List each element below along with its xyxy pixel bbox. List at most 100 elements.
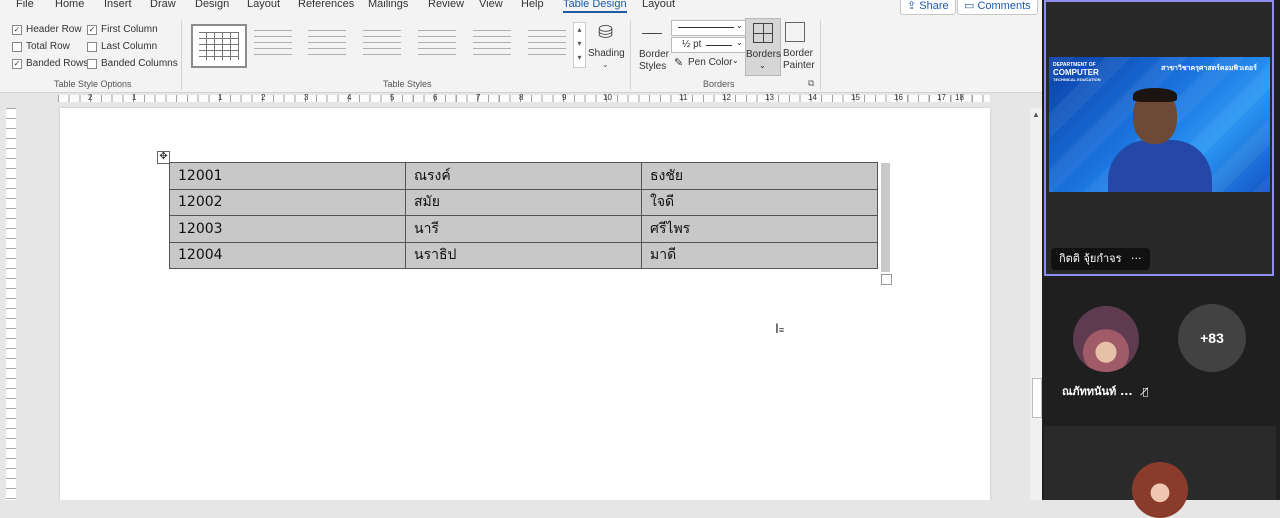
ruler-number: 7 bbox=[476, 93, 481, 102]
group-separator bbox=[181, 20, 182, 90]
tab-file[interactable]: File bbox=[16, 0, 34, 10]
group-separator bbox=[630, 20, 631, 90]
total-row-checkbox[interactable]: Total Row bbox=[12, 41, 70, 52]
line-weight-dropdown[interactable]: ½ pt ⌄ bbox=[671, 37, 747, 53]
table-style-thumb[interactable] bbox=[248, 24, 298, 64]
ribbon: ✓ Header Row ✓ First Column Total Row Last… bbox=[0, 16, 1042, 93]
tab-table-layout[interactable]: Layout bbox=[642, 0, 675, 10]
vertical-scrollbar[interactable]: ▲ bbox=[1030, 108, 1042, 500]
tab-design[interactable]: Design bbox=[195, 0, 229, 10]
table-cell[interactable]: ณรงค์ bbox=[405, 162, 642, 190]
last-column-checkbox[interactable]: Last Column bbox=[87, 41, 157, 52]
check-icon: ✓ bbox=[87, 24, 97, 35]
pen-color-label: Pen Color bbox=[688, 57, 733, 68]
borders-label: Borders bbox=[746, 49, 782, 60]
table-style-thumb[interactable] bbox=[467, 24, 517, 64]
table-cell[interactable]: 12004 bbox=[169, 241, 406, 269]
banded-rows-checkbox[interactable]: ✓ Banded Rows bbox=[12, 58, 88, 69]
table-cell[interactable]: ศรีไพร bbox=[641, 215, 878, 243]
tab-table-design[interactable]: Table Design bbox=[563, 0, 627, 13]
table-style-thumb[interactable] bbox=[412, 24, 462, 64]
table-cell[interactable]: นารี bbox=[405, 215, 642, 243]
document-table[interactable]: 12001 ณรงค์ ธงชัย 12002 สมัย ใจดี 12003 … bbox=[169, 162, 878, 269]
more-participants-button[interactable]: +83 bbox=[1178, 304, 1246, 372]
table-cell[interactable]: มาดี bbox=[641, 241, 878, 269]
banded-columns-checkbox[interactable]: Banded Columns bbox=[87, 58, 178, 69]
table-style-grid-thumb[interactable] bbox=[191, 24, 247, 68]
ruler-number: 1 bbox=[132, 93, 137, 102]
table-style-thumb[interactable] bbox=[357, 24, 407, 64]
header-row-label: Header Row bbox=[26, 24, 82, 35]
mic-muted-icon: 🎙̸ bbox=[1142, 387, 1149, 398]
chevron-down-icon: ⌄ bbox=[759, 61, 766, 70]
unchecked-box-icon bbox=[87, 58, 97, 69]
ruler-number: 5 bbox=[390, 93, 395, 102]
table-style-thumb[interactable] bbox=[522, 24, 572, 64]
ruler-number: 18 bbox=[955, 93, 964, 102]
tab-mailings[interactable]: Mailings bbox=[368, 0, 408, 10]
logo-line3: TECHNICAL EDUCATION bbox=[1053, 77, 1101, 82]
unchecked-box-icon bbox=[87, 41, 97, 52]
table-cell[interactable]: สมัย bbox=[405, 188, 642, 216]
banded-rows-label: Banded Rows bbox=[26, 58, 89, 69]
line-style-dropdown[interactable]: ⌄ bbox=[671, 20, 747, 36]
ruler-number: 1 bbox=[218, 93, 223, 102]
border-painter-button[interactable]: Border Painter bbox=[781, 20, 815, 76]
horizontal-ruler[interactable]: 2 1 1 2 3 4 5 6 7 8 9 10 11 12 13 14 15 … bbox=[0, 93, 1042, 104]
tab-draw[interactable]: Draw bbox=[150, 0, 176, 10]
tab-review[interactable]: Review bbox=[428, 0, 464, 10]
scroll-up-icon[interactable]: ▲ bbox=[1032, 110, 1040, 119]
group-separator bbox=[820, 20, 821, 90]
ruler-number: 8 bbox=[519, 93, 524, 102]
table-style-thumb[interactable] bbox=[302, 24, 352, 64]
tab-insert[interactable]: Insert bbox=[104, 0, 132, 10]
chevron-down-icon: ⌄ bbox=[736, 38, 743, 47]
shading-button[interactable]: ⛁ Shading ⌄ bbox=[588, 20, 625, 76]
first-column-checkbox[interactable]: ✓ First Column bbox=[87, 24, 158, 35]
shading-label: Shading bbox=[588, 48, 625, 59]
table-end-of-row-markers bbox=[881, 163, 890, 272]
borders-button[interactable]: Borders ⌄ bbox=[745, 18, 781, 76]
ruler-number: 10 bbox=[603, 93, 612, 102]
table-row: 12002 สมัย ใจดี bbox=[169, 188, 878, 216]
ruler-number: 4 bbox=[347, 93, 352, 102]
table-cell[interactable]: 12001 bbox=[169, 162, 406, 190]
header-row-checkbox[interactable]: ✓ Header Row bbox=[12, 24, 82, 35]
border-grid-icon bbox=[753, 23, 773, 43]
table-cell[interactable]: ใจดี bbox=[641, 188, 878, 216]
table-resize-handle[interactable] bbox=[881, 274, 892, 285]
tab-view[interactable]: View bbox=[479, 0, 503, 10]
table-cell[interactable]: 12002 bbox=[169, 188, 406, 216]
comments-button[interactable]: ▭ Comments bbox=[957, 0, 1038, 15]
tab-help[interactable]: Help bbox=[521, 0, 544, 10]
line-weight-value: ½ pt bbox=[682, 39, 702, 50]
department-logo: DEPARTMENT OF COMPUTER TECHNICAL EDUCATI… bbox=[1053, 62, 1113, 84]
total-row-label: Total Row bbox=[26, 41, 70, 52]
banded-columns-label: Banded Columns bbox=[101, 58, 178, 69]
share-icon: ⇪ bbox=[907, 0, 920, 12]
tab-references[interactable]: References bbox=[298, 0, 354, 10]
more-options-icon[interactable]: ··· bbox=[1131, 252, 1142, 265]
chevron-down-icon: ⌄ bbox=[736, 21, 743, 30]
tab-layout[interactable]: Layout bbox=[247, 0, 280, 10]
table-row: 12004 นราธิป มาดี bbox=[169, 241, 878, 269]
table-cell[interactable]: นราธิป bbox=[405, 241, 642, 269]
gallery-scroll[interactable]: ▴ ▾ ▾ bbox=[573, 22, 586, 68]
chevron-up-icon: ▴ bbox=[577, 25, 582, 34]
word-window: File Home Insert Draw Design Layout Refe… bbox=[0, 0, 1042, 500]
pen-color-button[interactable]: ✎ Pen Color ⌄ bbox=[672, 56, 744, 70]
border-styles-button[interactable]: Border Styles bbox=[637, 21, 669, 75]
tab-home[interactable]: Home bbox=[55, 0, 84, 10]
participant-name: ณภัททนันท์ ... bbox=[1062, 385, 1133, 398]
scrollbar-thumb[interactable] bbox=[1032, 378, 1042, 418]
vertical-ruler[interactable] bbox=[6, 108, 16, 500]
dialog-launcher-icon[interactable]: ⧉ bbox=[808, 78, 814, 89]
banner-text: สาขาวิชาครุศาสตร์คอมพิวเตอร์ bbox=[1161, 64, 1257, 72]
table-cell[interactable]: 12003 bbox=[169, 215, 406, 243]
table-cell[interactable]: ธงชัย bbox=[641, 162, 878, 190]
share-button[interactable]: ⇪ Share bbox=[900, 0, 956, 15]
pen-icon: ✎ bbox=[674, 57, 684, 69]
participant-name-row: ณภัททนันท์ ... 🎙̸ bbox=[1062, 382, 1148, 400]
chevron-down-icon: ⌄ bbox=[602, 60, 609, 69]
text-cursor-icon: I≡ bbox=[775, 320, 785, 336]
